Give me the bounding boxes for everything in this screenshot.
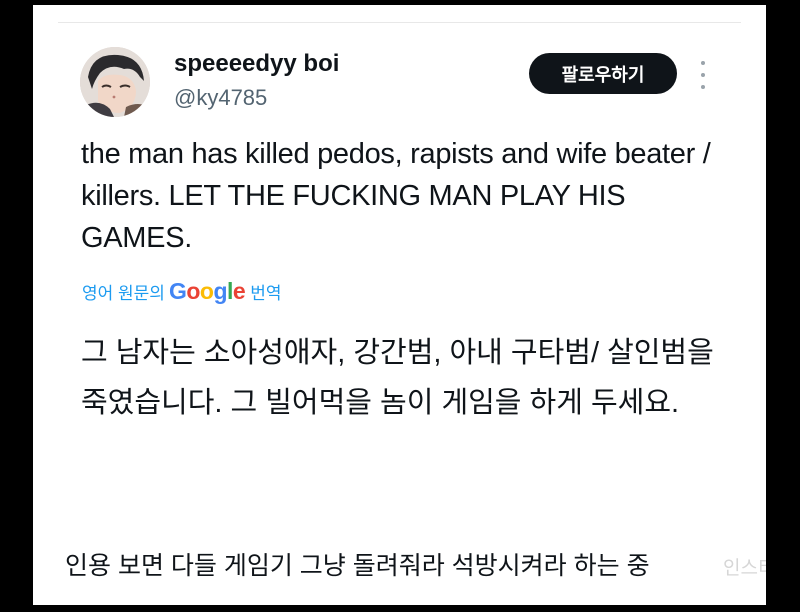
google-logo: Google <box>168 278 246 304</box>
more-dot <box>701 73 705 77</box>
tweet-text: the man has killed pedos, rapists and wi… <box>81 138 711 254</box>
translation-attribution[interactable]: 영어 원문의 Google 번역 <box>82 278 281 305</box>
watermark: 인스티즈 <box>723 558 766 579</box>
top-divider <box>58 22 741 23</box>
translated-text: 그 남자는 소아성애자, 강간범, 아내 구타범/ 살인범을 죽였습니다. 그 … <box>81 337 714 419</box>
more-vertical-icon[interactable] <box>695 61 711 89</box>
more-dot <box>701 85 705 89</box>
avatar-illustration <box>80 47 150 117</box>
display-name[interactable]: speeeedyy boi <box>174 50 339 78</box>
translation-suffix: 번역 <box>250 284 282 303</box>
screenshot-frame: speeeedyy boi @ky4785 팔로우하기 the man has … <box>33 5 766 605</box>
translation-prefix: 영어 원문의 <box>82 284 165 303</box>
avatar[interactable] <box>80 47 150 117</box>
follow-button[interactable]: 팔로우하기 <box>529 53 677 94</box>
more-dot <box>701 61 705 65</box>
user-handle[interactable]: @ky4785 <box>174 85 267 111</box>
caption: 인용 보면 다들 게임기 그냥 돌려줘라 석방시켜라 하는 중 <box>65 552 650 580</box>
